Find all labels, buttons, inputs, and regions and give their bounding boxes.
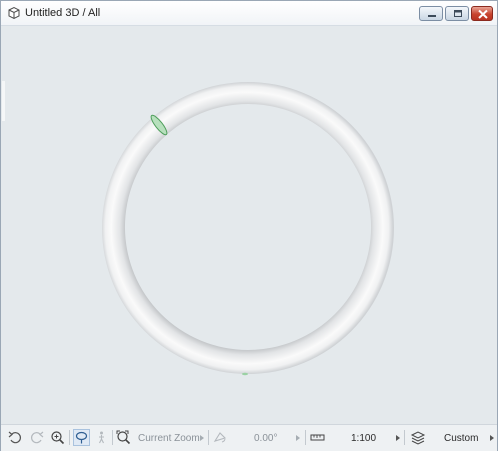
zoom-icon [51, 431, 65, 445]
maximize-button[interactable] [445, 6, 469, 21]
separator [112, 430, 113, 445]
undo-view-button[interactable] [7, 429, 24, 446]
maximize-icon [454, 10, 462, 17]
close-button[interactable] [471, 6, 493, 21]
orbit-button[interactable] [73, 429, 90, 446]
zoom-to-fit-icon [116, 430, 131, 445]
title-bar[interactable]: Untitled 3D / All [1, 1, 497, 26]
zoom-dropdown[interactable]: Current Zoom [138, 433, 200, 444]
rotation-dropdown-arrow[interactable] [296, 435, 300, 441]
selection-highlight-bottom [242, 372, 248, 376]
3d-window-icon [8, 6, 20, 20]
separator [208, 430, 209, 445]
rotation-angle-value[interactable]: 0.00° [254, 433, 277, 444]
rotation-icon [213, 432, 227, 443]
layer-combination-dropdown-arrow[interactable] [490, 435, 494, 441]
window-title: Untitled 3D / All [25, 7, 101, 19]
separator [69, 430, 70, 445]
separator [305, 430, 306, 445]
zoom-button[interactable] [49, 429, 66, 446]
layers-button[interactable] [409, 429, 426, 446]
scale-dropdown-arrow[interactable] [396, 435, 400, 441]
scale-button[interactable] [309, 429, 326, 446]
orbit-icon [75, 431, 88, 444]
redo-view-button[interactable] [28, 429, 45, 446]
close-icon [478, 9, 488, 19]
torus-model[interactable] [2, 26, 496, 423]
ruler-icon [310, 434, 325, 441]
rotation-button[interactable] [212, 429, 229, 446]
scale-value[interactable]: 1:100 [351, 433, 376, 444]
minimize-icon [428, 15, 436, 17]
undo-view-icon [8, 431, 21, 444]
viewport-edge-marker [2, 81, 5, 121]
layers-icon [410, 431, 426, 445]
walk-icon [99, 431, 104, 444]
status-bar: Current Zoom 0.00° 1:100 Custom [1, 424, 497, 451]
separator [404, 430, 405, 445]
redo-view-icon [31, 431, 44, 444]
zoom-to-fit-button[interactable] [115, 429, 132, 446]
3d-viewport[interactable] [2, 26, 496, 423]
walk-button[interactable] [93, 429, 110, 446]
minimize-button[interactable] [419, 6, 443, 21]
layer-combination-value[interactable]: Custom [444, 433, 478, 444]
zoom-dropdown-arrow[interactable] [200, 435, 204, 441]
3d-window: Untitled 3D / All Current Zoom 0.00° 1:1… [0, 0, 498, 451]
